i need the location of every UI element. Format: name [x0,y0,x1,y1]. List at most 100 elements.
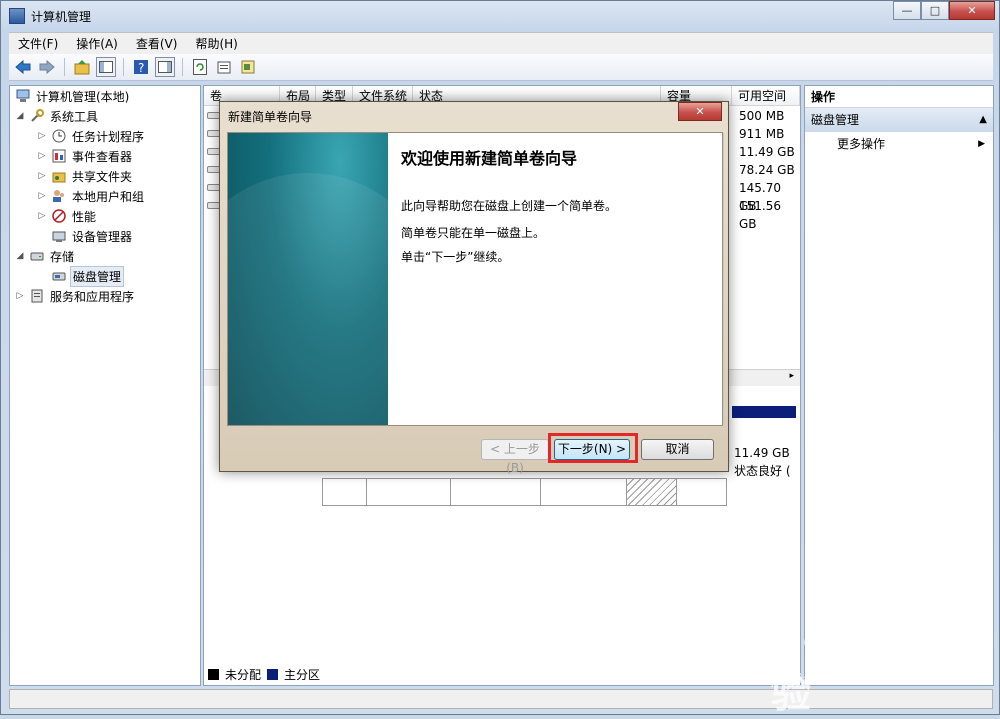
show-tree-icon[interactable] [96,57,116,77]
free-space-cell: 78.24 GB [739,163,795,177]
collapse-icon[interactable]: ▲ [979,108,987,132]
collapsed-arrow-icon[interactable]: ▷ [36,171,48,181]
help-icon[interactable]: ? [131,57,151,77]
menu-help[interactable]: 帮助(H) [186,35,246,52]
tree-label: 性能 [72,209,97,224]
users-icon [51,188,67,204]
clock-icon [51,128,67,144]
partition-strip [322,478,727,506]
baidu-watermark-url: jingyan.baidu.com [771,673,891,688]
partition-block[interactable] [367,479,451,505]
minimize-button[interactable]: — [893,1,921,20]
actions-section-disk-management[interactable]: 磁盘管理 ▲ [805,108,993,132]
title-bar: 计算机管理 — □ ✕ [1,1,999,31]
tree-item-local-users[interactable]: ▷ 本地用户和组 [36,186,146,206]
tree-item-device-manager[interactable]: 设备管理器 [48,226,134,246]
partition-size: 11.49 GB [734,446,790,460]
menu-view[interactable]: 查看(V) [127,35,187,52]
column-free-space[interactable]: 可用空间 [732,86,800,106]
tree-label: 事件查看器 [72,149,133,164]
caption-buttons: — □ ✕ [893,1,995,21]
expanded-arrow-icon[interactable]: ◢ [14,251,26,261]
partition-block[interactable] [677,479,726,505]
tree-label: 存储 [50,249,75,264]
legend-unallocated: 未分配 [225,668,262,682]
partition-block[interactable] [541,479,627,505]
toolbar-separator [182,58,183,76]
scroll-right-icon[interactable]: ▸ [789,371,794,381]
tree-item-event-viewer[interactable]: ▷ 事件查看器 [36,146,134,166]
tree-item-shared-folders[interactable]: ▷ 共享文件夹 [36,166,134,186]
wizard-text-line3: 单击“下一步”继续。 [401,250,510,264]
tree-item-system-tools[interactable]: ◢ 系统工具 [14,106,100,126]
forward-icon[interactable] [37,57,57,77]
collapsed-arrow-icon[interactable]: ▷ [14,291,26,301]
services-icon [29,288,45,304]
partition-block[interactable] [323,479,367,505]
storage-icon [29,248,45,264]
collapsed-arrow-icon[interactable]: ▷ [36,131,48,141]
device-manager-icon [51,228,67,244]
tree-item-storage[interactable]: ◢ 存储 [14,246,76,266]
more-actions-item[interactable]: 更多操作 ▶ [805,132,993,156]
tree-item-task-scheduler[interactable]: ▷ 任务计划程序 [36,126,146,146]
back-icon[interactable] [13,57,33,77]
tree-item-root[interactable]: 计算机管理(本地) [12,86,131,106]
collapsed-arrow-icon[interactable]: ▷ [36,211,48,221]
tree-label: 计算机管理(本地) [36,89,130,104]
tree-label: 系统工具 [50,109,99,124]
dialog-body: 欢迎使用新建简单卷向导 此向导帮助您在磁盘上创建一个简单卷。 简单卷只能在单一磁… [227,132,724,426]
tree-label: 服务和应用程序 [50,289,135,304]
dialog-title: 新建简单卷向导 [228,110,313,124]
tree-label: 磁盘管理 [70,265,125,287]
computer-icon [15,88,31,104]
toolbar-separator [123,58,124,76]
tools-icon [29,108,45,124]
maximize-button[interactable]: □ [921,1,949,20]
action-pane-icon[interactable] [155,57,175,77]
wizard-heading: 欢迎使用新建简单卷向导 [401,149,578,168]
collapsed-arrow-icon[interactable]: ▷ [36,151,48,161]
back-button[interactable]: < 上一步(B) [481,439,549,475]
free-space-cell: 145.70 GB [739,181,781,213]
navigation-tree: 计算机管理(本地) ◢ 系统工具 ▷ 任务计划程序 ▷ 事件查看器 ▷ 共享文件… [9,85,201,686]
refresh-icon[interactable] [190,57,210,77]
close-button[interactable]: ✕ [949,1,995,20]
next-button-highlight [548,433,638,463]
dialog-close-button[interactable]: ✕ [678,102,722,121]
dialog-divider [723,133,724,425]
tree-label: 任务计划程序 [72,129,145,144]
tree-item-disk-management[interactable]: 磁盘管理 [48,265,125,287]
tree-item-services[interactable]: ▷ 服务和应用程序 [14,286,136,306]
primary-partition-bar[interactable] [732,406,796,418]
toolbar-separator [64,58,65,76]
partition-status: 状态良好 ( [734,464,791,478]
tree-label: 共享文件夹 [72,169,133,184]
legend: 未分配 主分区 [208,666,320,683]
export-icon[interactable] [238,57,258,77]
expanded-arrow-icon[interactable]: ◢ [14,111,26,121]
unallocated-swatch [208,669,219,680]
collapsed-arrow-icon[interactable]: ▷ [36,191,48,201]
toolbar: ? [9,54,993,81]
actions-pane: 操作 磁盘管理 ▲ 更多操作 ▶ [804,85,994,686]
cancel-button[interactable]: 取消 [641,439,714,460]
window-title: 计算机管理 [31,10,92,24]
tree-label: 本地用户和组 [72,189,145,204]
tree-item-performance[interactable]: ▷ 性能 [36,206,98,226]
partition-block-selected[interactable] [627,479,677,505]
up-icon[interactable] [72,57,92,77]
actions-section-label: 磁盘管理 [811,113,860,127]
menu-file[interactable]: 文件(F) [9,35,67,52]
svg-text:?: ? [138,61,144,75]
partition-block[interactable] [451,479,541,505]
new-simple-volume-wizard: 新建简单卷向导 ✕ 欢迎使用新建简单卷向导 此向导帮助您在磁盘上创建一个简单卷。… [219,101,729,475]
disk-management-icon [51,268,67,284]
free-space-cell: 500 MB [739,109,785,123]
event-viewer-icon [51,148,67,164]
free-space-cell: 11.49 GB [739,145,795,159]
properties-icon[interactable] [214,57,234,77]
actions-header: 操作 [805,86,993,108]
menu-action[interactable]: 操作(A) [67,35,127,52]
tree-label: 设备管理器 [72,229,133,244]
